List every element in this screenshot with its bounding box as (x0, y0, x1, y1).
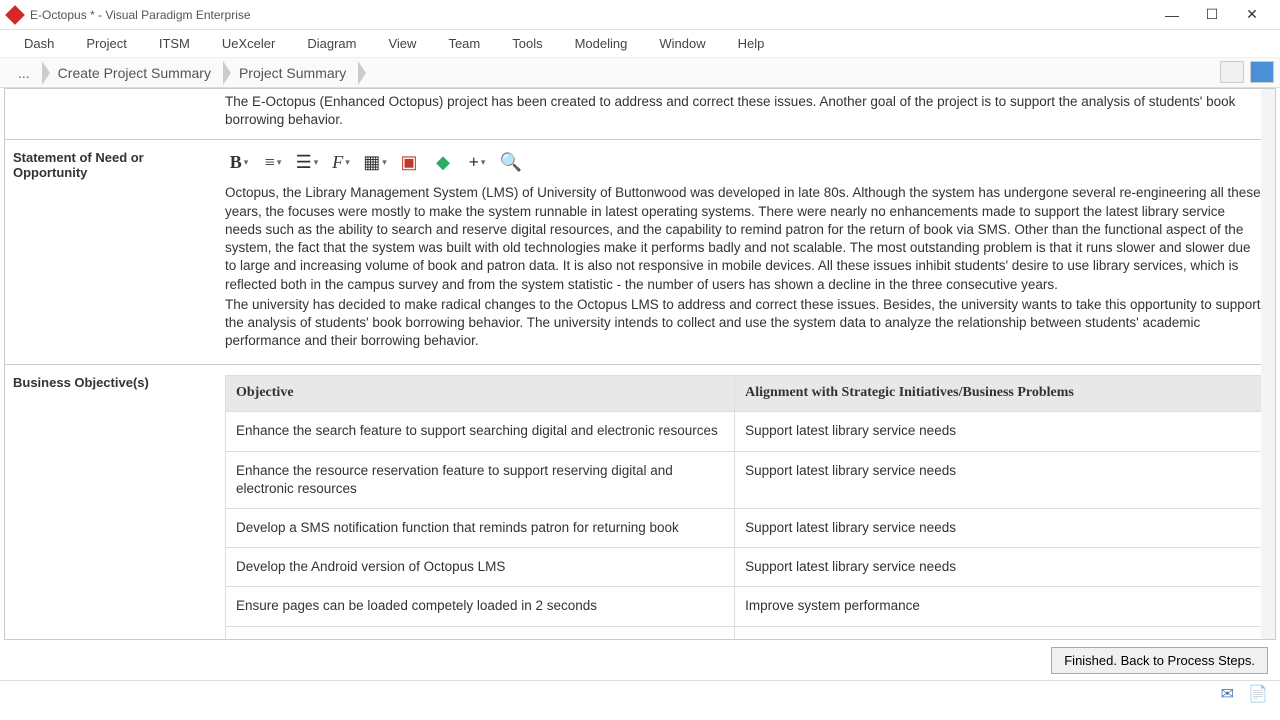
table-button[interactable]: ▦ (361, 150, 389, 174)
bold-button[interactable]: B (225, 150, 253, 174)
breadcrumb: ... Create Project Summary Project Summa… (0, 58, 1280, 88)
menu-help[interactable]: Help (722, 32, 781, 55)
cell-objective: Develop a SMS notification function that… (226, 508, 735, 547)
shape-button[interactable]: ◆ (429, 150, 457, 174)
menu-project[interactable]: Project (70, 32, 142, 55)
table-row[interactable]: Develop an analytic feature that analyze… (226, 626, 1265, 640)
table-row[interactable]: Ensure pages can be loaded competely loa… (226, 587, 1265, 626)
intro-text: The E-Octopus (Enhanced Octopus) project… (225, 94, 1235, 127)
section-statement: Statement of Need or Opportunity B ≡ ☰ F… (5, 140, 1275, 365)
vertical-scrollbar[interactable] (1261, 89, 1275, 639)
note-icon[interactable]: 📄 (1248, 684, 1268, 704)
menu-diagram[interactable]: Diagram (291, 32, 372, 55)
menu-team[interactable]: Team (432, 32, 496, 55)
statement-label: Statement of Need or Opportunity (5, 140, 215, 364)
image-button[interactable]: ▣ (395, 150, 423, 174)
titlebar: E-Octopus * - Visual Paradigm Enterprise… (0, 0, 1280, 30)
table-row[interactable]: Develop the Android version of Octopus L… (226, 548, 1265, 587)
app-icon (5, 5, 25, 25)
cell-objective: Develop an analytic feature that analyze… (226, 626, 735, 640)
cell-alignment: Support latest library service needs (735, 451, 1265, 508)
font-button[interactable]: F (327, 150, 355, 174)
statusbar: ✉ 📄 (0, 680, 1280, 706)
mail-icon[interactable]: ✉ (1221, 684, 1234, 704)
content-area: The E-Octopus (Enhanced Octopus) project… (4, 88, 1276, 640)
cell-objective: Develop the Android version of Octopus L… (226, 548, 735, 587)
maximize-button[interactable]: ☐ (1192, 1, 1232, 29)
rich-text-toolbar: B ≡ ☰ F ▦ ▣ ◆ + 🔍 (225, 148, 1265, 184)
intro-paragraph: The E-Octopus (Enhanced Octopus) project… (5, 89, 1275, 140)
breadcrumb-create-summary[interactable]: Create Project Summary (44, 61, 225, 85)
list-button[interactable]: ☰ (293, 150, 321, 174)
toolbar-link-icon[interactable] (1220, 61, 1244, 83)
cell-alignment: Support latest library service needs (735, 412, 1265, 451)
table-row[interactable]: Enhance the search feature to support se… (226, 412, 1265, 451)
menu-modeling[interactable]: Modeling (559, 32, 644, 55)
toolbar-panel-icon[interactable] (1250, 61, 1274, 83)
find-button[interactable]: 🔍 (497, 150, 525, 174)
menu-tools[interactable]: Tools (496, 32, 558, 55)
finished-button[interactable]: Finished. Back to Process Steps. (1051, 647, 1268, 674)
add-button[interactable]: + (463, 150, 491, 174)
objectives-table: Objective Alignment with Strategic Initi… (225, 375, 1265, 640)
menu-uexceler[interactable]: UeXceler (206, 32, 291, 55)
th-alignment: Alignment with Strategic Initiatives/Bus… (735, 376, 1265, 412)
th-objective: Objective (226, 376, 735, 412)
cell-alignment: Improve system performance (735, 587, 1265, 626)
cell-alignment: Enable the university to identify a teac… (735, 626, 1265, 640)
window-title: E-Octopus * - Visual Paradigm Enterprise (30, 8, 1152, 22)
statement-p1: Octopus, the Library Management System (… (225, 184, 1265, 293)
menu-window[interactable]: Window (643, 32, 721, 55)
cell-objective: Ensure pages can be loaded competely loa… (226, 587, 735, 626)
table-row[interactable]: Develop a SMS notification function that… (226, 508, 1265, 547)
cell-objective: Enhance the resource reservation feature… (226, 451, 735, 508)
footer-row: Finished. Back to Process Steps. (0, 640, 1280, 680)
menu-view[interactable]: View (372, 32, 432, 55)
cell-alignment: Support latest library service needs (735, 548, 1265, 587)
window-controls: — ☐ ✕ (1152, 1, 1272, 29)
cell-objective: Enhance the search feature to support se… (226, 412, 735, 451)
menu-itsm[interactable]: ITSM (143, 32, 206, 55)
section-objectives: Business Objective(s) Objective Alignmen… (5, 365, 1275, 640)
objectives-body: Objective Alignment with Strategic Initi… (215, 365, 1275, 640)
statement-body[interactable]: B ≡ ☰ F ▦ ▣ ◆ + 🔍 Octopus, the Library M… (215, 140, 1275, 364)
breadcrumb-ellipsis[interactable]: ... (4, 61, 44, 85)
menu-dash[interactable]: Dash (8, 32, 70, 55)
align-button[interactable]: ≡ (259, 150, 287, 174)
table-row[interactable]: Enhance the resource reservation feature… (226, 451, 1265, 508)
statement-p2: The university has decided to make radic… (225, 296, 1265, 351)
minimize-button[interactable]: — (1152, 1, 1192, 29)
close-button[interactable]: ✕ (1232, 1, 1272, 29)
breadcrumb-project-summary[interactable]: Project Summary (225, 61, 360, 85)
menubar: Dash Project ITSM UeXceler Diagram View … (0, 30, 1280, 58)
objectives-label: Business Objective(s) (5, 365, 215, 640)
cell-alignment: Support latest library service needs (735, 508, 1265, 547)
